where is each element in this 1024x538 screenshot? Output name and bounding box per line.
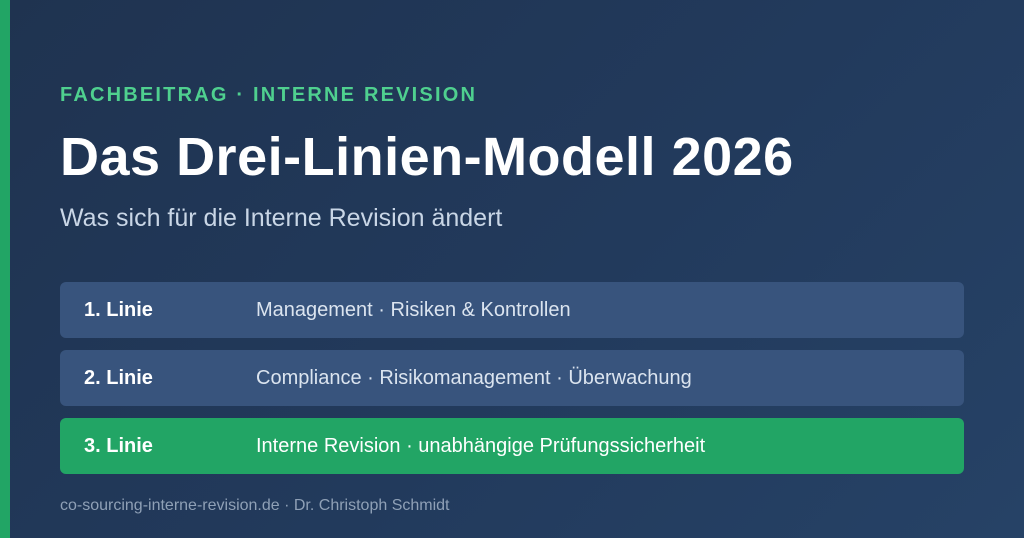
- line-row-2: 2. Linie Compliance · Risikomanagement ·…: [60, 350, 964, 406]
- line-row-3: 3. Linie Interne Revision · unabhängige …: [60, 418, 964, 474]
- line-description: Compliance · Risikomanagement · Überwach…: [256, 366, 692, 389]
- line-label: 1. Linie: [84, 298, 153, 321]
- page-title: Das Drei-Linien-Modell 2026: [60, 127, 794, 187]
- lines-list: 1. Linie Management · Risiken & Kontroll…: [60, 282, 964, 486]
- page-subtitle: Was sich für die Interne Revision ändert: [60, 204, 503, 232]
- hero-card: FACHBEITRAG · INTERNE REVISION Das Drei-…: [0, 0, 1024, 538]
- line-description: Management · Risiken & Kontrollen: [256, 298, 571, 321]
- eyebrow-label: FACHBEITRAG · INTERNE REVISION: [60, 84, 478, 106]
- line-label: 3. Linie: [84, 434, 153, 457]
- line-row-1: 1. Linie Management · Risiken & Kontroll…: [60, 282, 964, 338]
- line-label: 2. Linie: [84, 366, 153, 389]
- footer-credit: co-sourcing-interne-revision.de · Dr. Ch…: [60, 497, 450, 514]
- accent-bar: [0, 0, 10, 538]
- line-description: Interne Revision · unabhängige Prüfungss…: [256, 434, 706, 457]
